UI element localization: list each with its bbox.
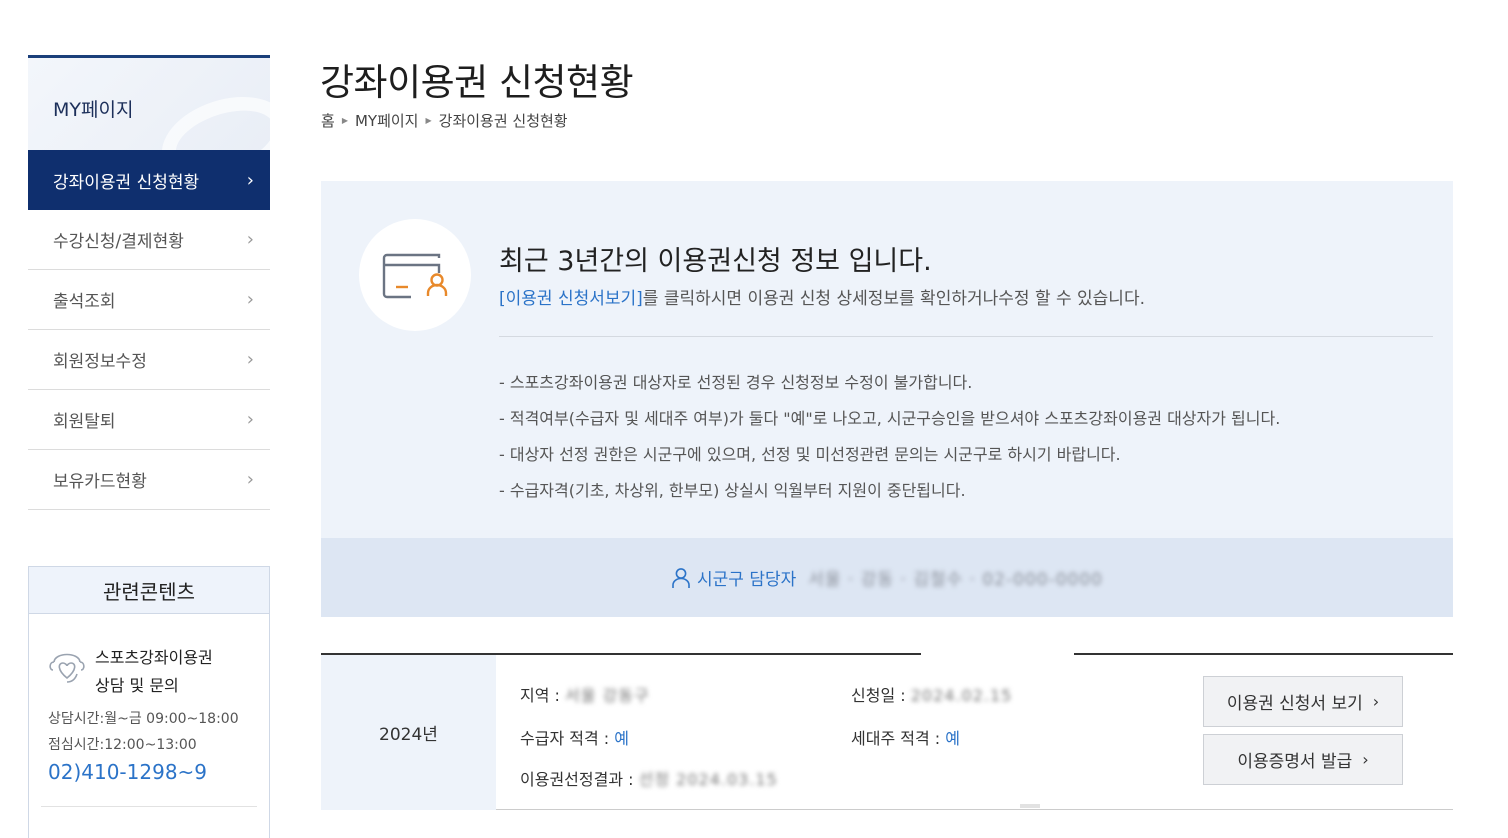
- notice-item: - 스포츠강좌이용권 대상자로 선정된 경우 신청정보 수정이 불가합니다.: [499, 373, 973, 392]
- consult-phone[interactable]: 02)410-1298~9: [29, 760, 269, 784]
- sidebar-item-attendance[interactable]: 출석조회 ›: [28, 270, 270, 330]
- consult-hours: 상담시간:월~금 09:00~18:00: [48, 711, 239, 727]
- info-title: 최근 3년간의 이용권신청 정보 입니다.: [499, 246, 932, 277]
- sidebar-item-label: 회원정보수정: [53, 352, 147, 372]
- info-panel: 최근 3년간의 이용권신청 정보 입니다. [이용권 신청서보기]를 클릭하시면…: [321, 181, 1453, 617]
- view-application-button[interactable]: 이용권 신청서 보기 ›: [1203, 676, 1403, 727]
- sidebar: MY페이지 강좌이용권 신청현황 › 수강신청/결제현황 › 출석조회 › 회원…: [28, 55, 270, 510]
- related-content-box: 관련콘텐츠 스포츠강좌이용권 상담 및 문의 상담시간:월~금 09:00~18…: [28, 566, 270, 838]
- issue-certificate-label: 이용증명서 발급: [1237, 752, 1353, 772]
- notice-item: - 적격여부(수급자 및 세대주 여부)가 둘다 "예"로 나오고, 시군구승인…: [499, 409, 1281, 428]
- chevron-right-icon: ›: [246, 229, 254, 250]
- result-label: 이용권선정결과 :: [520, 770, 634, 789]
- recipient-value: 예: [614, 729, 629, 748]
- consult-title-line1: 스포츠강좌이용권: [95, 648, 213, 667]
- info-divider: [499, 336, 1433, 337]
- apply-date-label: 신청일 :: [851, 686, 906, 705]
- info-icon-circle: [359, 219, 471, 331]
- person-icon: [672, 567, 690, 588]
- chevron-right-icon: ›: [1362, 750, 1369, 769]
- application-view-link[interactable]: [이용권 신청서보기]: [499, 289, 643, 309]
- consult-title: 스포츠강좌이용권 상담 및 문의: [95, 644, 213, 700]
- support-heart-icon: [49, 653, 85, 683]
- manager-label: 시군구 담당자: [697, 570, 797, 590]
- householder-label: 세대주 적격 :: [851, 729, 941, 748]
- result-value: 선정 2024.03.15: [638, 770, 778, 789]
- apply-date-value: 2024.02.15: [910, 686, 1013, 705]
- region-value: 서울 강동구: [565, 686, 650, 705]
- notice-list: - 스포츠강좌이용권 대상자로 선정된 경우 신청정보 수정이 불가합니다. -…: [499, 365, 1280, 509]
- application-record: 2024년 지역 : 서울 강동구 신청일 : 2024.02.15 수급자 적…: [321, 652, 1453, 810]
- sidebar-item-voucher-status[interactable]: 강좌이용권 신청현황 ›: [28, 150, 270, 210]
- related-heading: 관련콘텐츠: [29, 567, 269, 614]
- notice-item: - 대상자 선정 권한은 시군구에 있으며, 선정 및 미선정관련 문의는 시군…: [499, 445, 1121, 464]
- info-subtitle-text: 를 클릭하시면 이용권 신청 상세정보를 확인하거나수정 할 수 있습니다.: [642, 289, 1145, 309]
- breadcrumb-separator-icon: ▶: [341, 116, 348, 125]
- sidebar-header: MY페이지: [28, 55, 270, 150]
- breadcrumb: 홈 ▶ MY페이지 ▶ 강좌이용권 신청현황: [321, 110, 568, 131]
- householder-field: 세대주 적격 : 예: [851, 725, 960, 749]
- breadcrumb-home[interactable]: 홈: [321, 110, 335, 131]
- chevron-right-icon: ›: [246, 349, 254, 370]
- scroll-indicator: [1020, 804, 1040, 808]
- record-year: 2024년: [321, 655, 496, 810]
- header-decoration: [150, 81, 270, 150]
- breadcrumb-separator-icon: ▶: [425, 116, 432, 125]
- sidebar-item-withdraw[interactable]: 회원탈퇴 ›: [28, 390, 270, 450]
- info-subtitle: [이용권 신청서보기]를 클릭하시면 이용권 신청 상세정보를 확인하거나수정 …: [499, 284, 1145, 309]
- chevron-right-icon: ›: [1372, 692, 1380, 711]
- breadcrumb-current: 강좌이용권 신청현황: [438, 112, 568, 130]
- card-user-icon: [382, 253, 448, 299]
- view-application-label: 이용권 신청서 보기: [1226, 694, 1363, 714]
- sidebar-item-edit-profile[interactable]: 회원정보수정 ›: [28, 330, 270, 390]
- sidebar-item-label: 수강신청/결제현황: [53, 232, 184, 252]
- chevron-right-icon: ›: [246, 289, 254, 310]
- householder-value: 예: [945, 729, 960, 748]
- breadcrumb-mypage[interactable]: MY페이지: [355, 110, 419, 131]
- sidebar-item-label: 강좌이용권 신청현황: [53, 172, 200, 193]
- sidebar-item-label: 출석조회: [53, 292, 116, 312]
- border-gap: [921, 652, 1074, 656]
- recipient-label: 수급자 적격 :: [520, 729, 610, 748]
- chevron-right-icon: ›: [246, 469, 254, 490]
- recipient-field: 수급자 적격 : 예: [520, 725, 629, 749]
- apply-date-field: 신청일 : 2024.02.15: [851, 682, 1012, 706]
- region-label: 지역 :: [520, 686, 560, 705]
- manager-bar: 시군구 담당자 서울 · 강동 · 김철수 · 02-000-0000: [321, 538, 1453, 617]
- consult-title-line2: 상담 및 문의: [95, 676, 179, 695]
- manager-contact: 서울 · 강동 · 김철수 · 02-000-0000: [808, 570, 1103, 590]
- page-title: 강좌이용권 신청현황: [320, 61, 634, 104]
- related-divider: [41, 806, 257, 807]
- sidebar-item-enrollment-payment[interactable]: 수강신청/결제현황 ›: [28, 210, 270, 270]
- sidebar-heading: MY페이지: [53, 99, 134, 121]
- lunch-hours: 점심시간:12:00~13:00: [48, 737, 197, 753]
- sidebar-item-label: 회원탈퇴: [53, 412, 116, 432]
- sidebar-item-label: 보유카드현황: [53, 472, 147, 492]
- chevron-right-icon: ›: [246, 169, 254, 191]
- sidebar-item-cards[interactable]: 보유카드현황 ›: [28, 450, 270, 510]
- consult-item[interactable]: 스포츠강좌이용권 상담 및 문의: [29, 614, 269, 700]
- issue-certificate-button[interactable]: 이용증명서 발급 ›: [1203, 734, 1403, 785]
- notice-item: - 수급자격(기초, 차상위, 한부모) 상실시 익월부터 지원이 중단됩니다.: [499, 481, 966, 500]
- region-field: 지역 : 서울 강동구: [520, 682, 650, 706]
- chevron-right-icon: ›: [246, 409, 254, 430]
- result-field: 이용권선정결과 : 선정 2024.03.15: [520, 766, 778, 790]
